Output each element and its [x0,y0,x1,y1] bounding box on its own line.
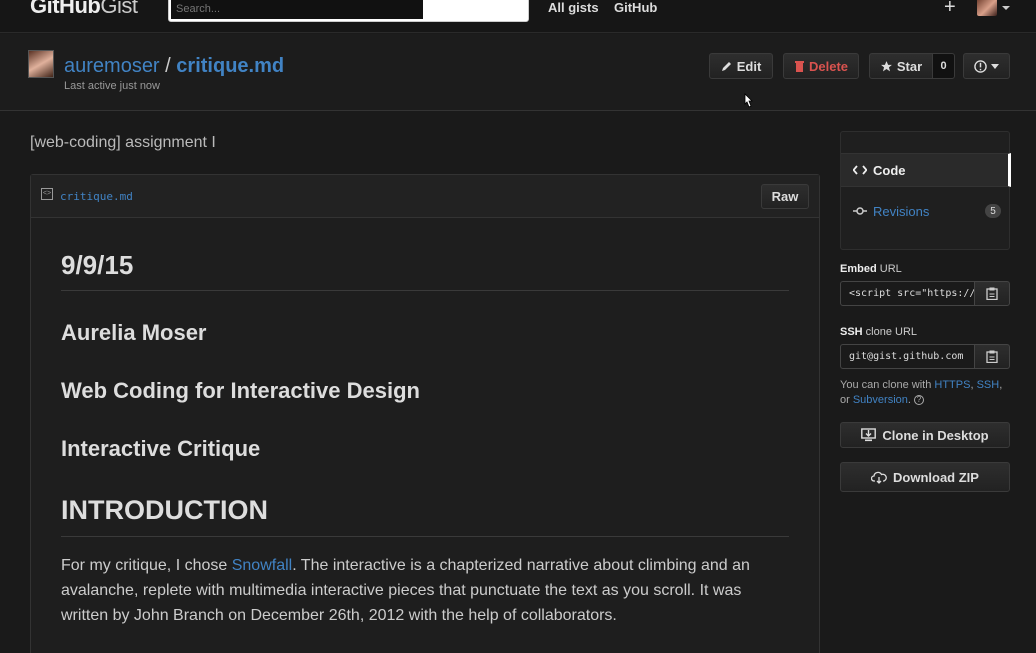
file-name-link[interactable]: critique.md [60,190,133,203]
clone-text-3: or [840,394,853,406]
clone-text-1: You can clone with [840,379,935,391]
code-icon [853,165,867,175]
copy-ssh-button[interactable] [974,344,1010,369]
heading-assignment: Interactive Critique [61,436,261,461]
file-box: <> critique.md Raw 9/9/15 Aurelia Moser … [30,174,820,653]
ssh-url-label: SSH clone URL [840,326,917,338]
edit-button[interactable]: Edit [709,53,773,79]
github-gist-logo[interactable]: GitHubGist [30,0,138,19]
delete-button-label: Delete [808,58,849,74]
search-input[interactable] [171,0,423,19]
clone-period: . [907,394,911,406]
delete-button[interactable]: Delete [783,53,859,79]
report-menu-button[interactable] [963,53,1010,79]
code-file-icon: <> [41,188,53,200]
user-avatar[interactable] [977,0,997,16]
intro-paragraph: For my critique, I chose Snowfall. The i… [61,553,789,628]
star-button-label: Star [896,58,923,74]
clone-text-2: , [999,379,1003,391]
file-header: <> critique.md Raw [31,175,819,218]
heading-course: Web Coding for Interactive Design [61,378,420,403]
star-button[interactable]: Star [869,53,933,79]
ssh-label-bold: SSH [840,326,863,338]
ssh-clone-url-field[interactable] [840,344,975,369]
logo-github-text: GitHub [30,0,101,18]
embed-url-field[interactable] [840,281,975,306]
commit-icon [853,206,867,216]
clone-ssh-link[interactable]: SSH [977,379,1000,391]
download-zip-button[interactable]: Download ZIP [840,462,1010,492]
tab-code[interactable]: Code [841,153,1011,187]
alert-icon [974,59,987,73]
trash-icon [794,60,805,72]
owner-avatar[interactable] [28,50,54,78]
plus-icon[interactable]: + [944,0,956,19]
star-icon [880,60,893,73]
star-count[interactable]: 0 [932,53,955,79]
divider [61,290,789,291]
clipboard-icon [986,350,998,363]
clone-in-desktop-button[interactable]: Clone in Desktop [840,422,1010,448]
clone-help-text: You can clone with HTTPS, SSH, or Subvers… [840,378,1015,408]
help-icon[interactable]: ? [914,395,925,406]
ssh-label-rest: clone URL [862,326,918,338]
tab-revisions-label: Revisions [873,203,930,219]
gist-header: auremoser / critique.md Last active just… [0,34,1036,111]
tab-revisions[interactable]: Revisions 5 [841,194,1011,228]
mouse-cursor-icon [742,93,754,109]
clipboard-icon [986,287,998,300]
divider [61,536,789,537]
raw-button[interactable]: Raw [761,184,809,209]
chevron-down-icon [991,63,999,69]
embed-label-bold: Embed [840,263,877,275]
gist-filename-link[interactable]: critique.md [176,55,284,77]
cloud-download-icon [871,471,887,484]
revisions-count-badge: 5 [985,204,1001,218]
heading-introduction: INTRODUCTION [61,495,268,525]
search-box [168,0,529,22]
clone-subversion-link[interactable]: Subversion [853,394,908,406]
intro-text-start: For my critique, I chose [61,557,232,574]
nav-all-gists-link[interactable]: All gists [548,0,599,15]
clone-https-link[interactable]: HTTPS [934,379,970,391]
snowfall-link[interactable]: Snowfall [232,557,292,574]
gist-title: auremoser / critique.md [64,55,284,78]
pencil-icon [721,60,733,72]
embed-label-rest: URL [876,263,902,275]
desktop-download-icon [861,428,877,442]
file-navigation: Code Revisions 5 [840,131,1011,250]
embed-url-label: Embed URL [840,263,902,275]
gist-description: [web-coding] assignment I [30,134,216,151]
chevron-down-icon[interactable] [1002,6,1010,10]
last-active-text: Last active just now [64,80,160,92]
heading-author: Aurelia Moser [61,320,207,345]
logo-gist-text: Gist [100,0,138,18]
title-separator: / [165,55,171,77]
top-navbar: GitHubGist All gists GitHub + [0,0,1036,33]
nav-github-link[interactable]: GitHub [614,0,657,15]
clone-desktop-label: Clone in Desktop [882,427,989,443]
copy-embed-button[interactable] [974,281,1010,306]
tab-code-label: Code [873,162,906,178]
owner-link[interactable]: auremoser [64,55,160,77]
heading-date: 9/9/15 [61,250,134,280]
download-zip-label: Download ZIP [893,469,979,485]
edit-button-label: Edit [736,58,762,74]
